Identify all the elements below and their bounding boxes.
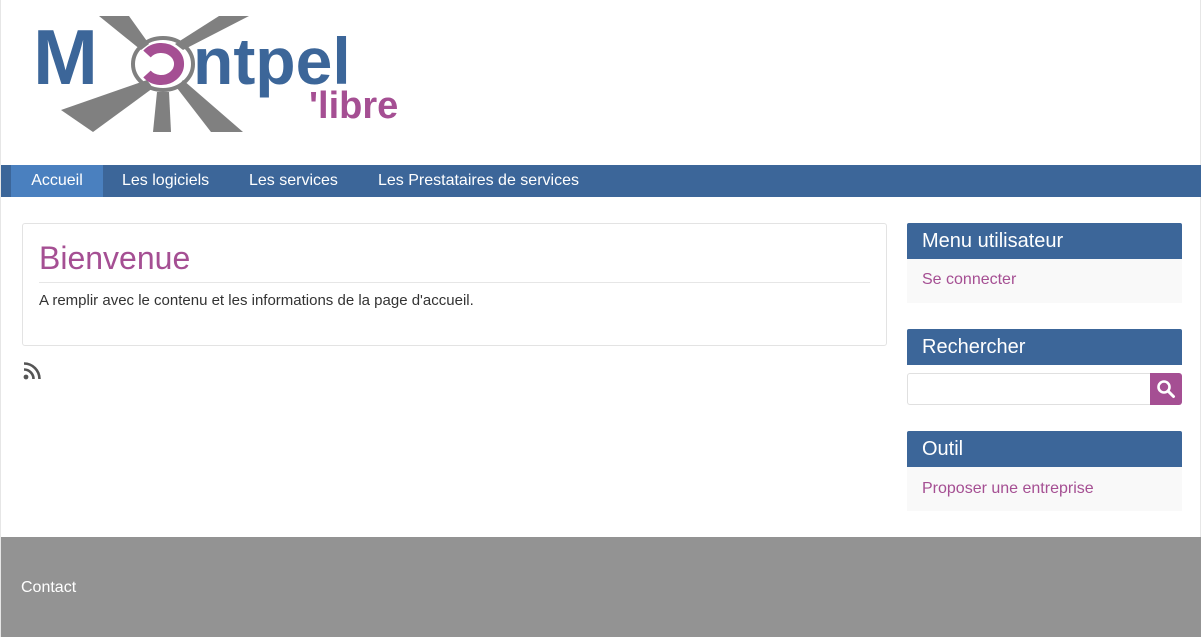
contact-link[interactable]: Contact	[21, 579, 76, 597]
welcome-text: A remplir avec le contenu et les informa…	[39, 292, 474, 309]
search-icon	[1157, 380, 1175, 398]
propose-company-link[interactable]: Proposer une entreprise	[922, 480, 1094, 498]
login-link[interactable]: Se connecter	[922, 271, 1016, 289]
search-header: Rechercher	[907, 329, 1182, 365]
logo-tagline: 'libre	[309, 85, 398, 127]
title-divider	[39, 282, 870, 283]
page-title: Bienvenue	[39, 240, 191, 276]
nav-item-prestataires[interactable]: Les Prestataires de services	[378, 165, 579, 197]
site-footer: Contact	[1, 537, 1201, 637]
nav-item-logiciels[interactable]: Les logiciels	[122, 165, 209, 197]
nav-item-services[interactable]: Les services	[249, 165, 338, 197]
logo-graphic: M ntpel 'libre	[33, 14, 398, 132]
nav-item-accueil[interactable]: Accueil	[11, 165, 103, 197]
search-button[interactable]	[1150, 373, 1182, 405]
tool-body: Proposer une entreprise	[907, 467, 1182, 511]
search-input[interactable]	[907, 373, 1151, 405]
logo-wordmark-m: M	[33, 14, 98, 101]
tool-title: Outil	[922, 438, 964, 460]
site-logo[interactable]: M ntpel 'libre	[31, 14, 431, 136]
search-title: Rechercher	[922, 336, 1026, 358]
user-menu-header: Menu utilisateur	[907, 223, 1182, 259]
tool-header: Outil	[907, 431, 1182, 467]
user-menu-title: Menu utilisateur	[922, 230, 1064, 252]
page: M ntpel 'libre Accueil Les logiciels Les…	[0, 0, 1201, 637]
rss-icon[interactable]	[23, 362, 41, 380]
main-nav: Accueil Les logiciels Les services Les P…	[1, 165, 1201, 197]
user-menu-body: Se connecter	[907, 259, 1182, 303]
welcome-panel: Bienvenue A remplir avec le contenu et l…	[22, 223, 887, 346]
